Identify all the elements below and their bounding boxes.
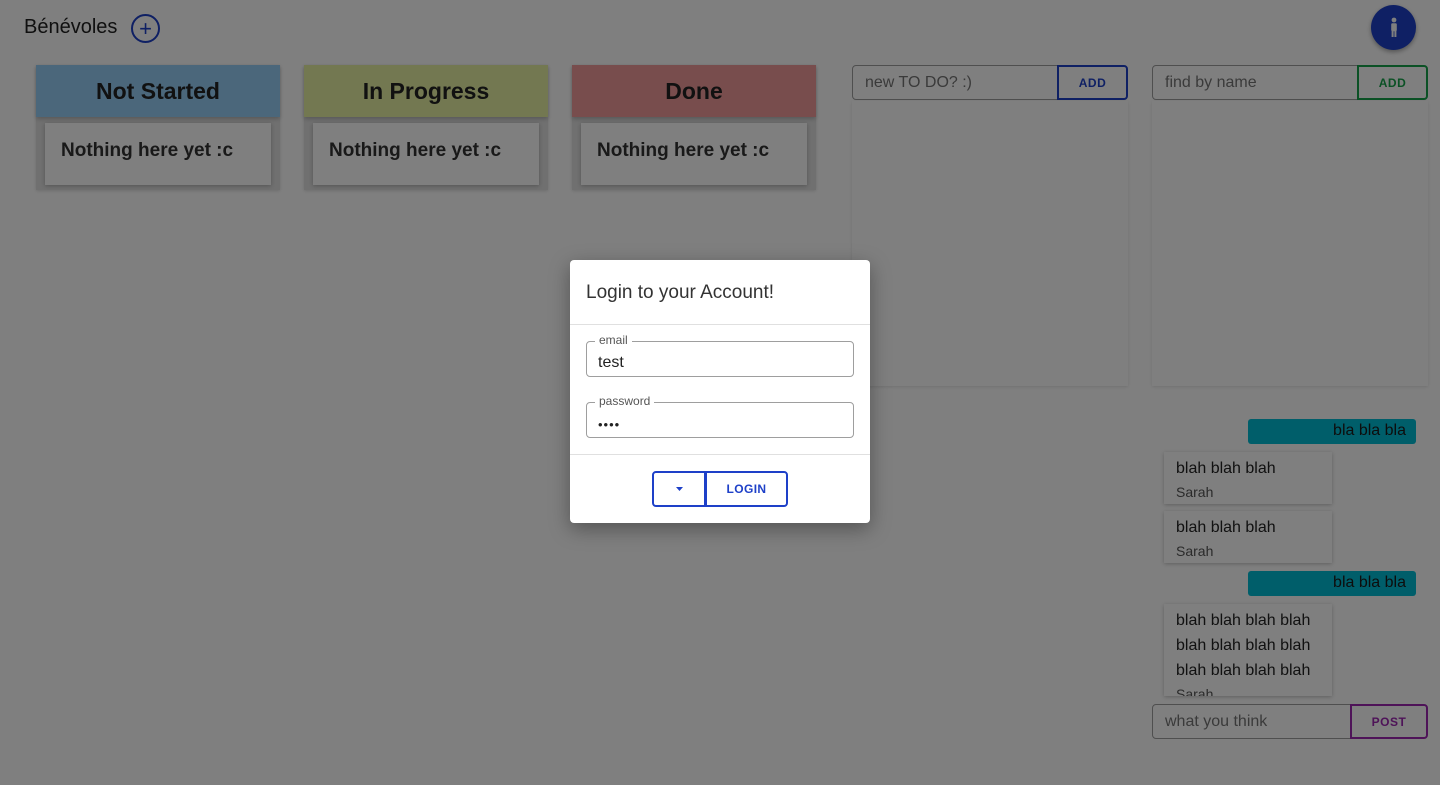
email-field: email (586, 333, 854, 377)
login-button[interactable]: LOGIN (705, 471, 788, 507)
password-field: password (586, 394, 854, 438)
dialog-title: Login to your Account! (586, 282, 775, 303)
divider (570, 324, 870, 325)
login-button-group: LOGIN (652, 471, 788, 507)
login-dialog: Login to your Account! email password LO… (570, 260, 870, 523)
divider (570, 454, 870, 455)
password-input[interactable] (587, 403, 853, 437)
dropdown-button[interactable] (652, 471, 706, 507)
caret-down-icon (675, 487, 683, 491)
email-input[interactable] (587, 342, 853, 376)
